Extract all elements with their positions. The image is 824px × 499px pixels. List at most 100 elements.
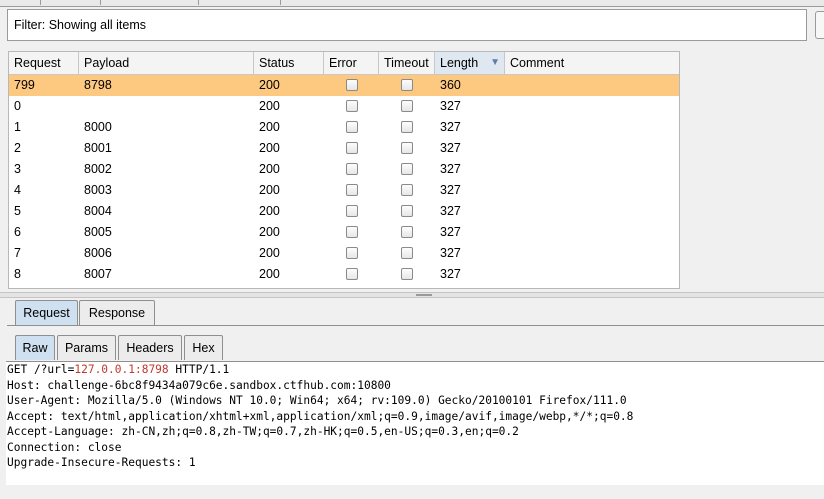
timeout-checkbox[interactable] <box>401 121 413 133</box>
top-tab-segment[interactable] <box>100 0 199 5</box>
cell-status: 200 <box>259 120 280 134</box>
column-header-payload[interactable]: Payload <box>79 52 254 74</box>
table-row[interactable]: 0 200 327 <box>9 96 679 117</box>
tab-raw[interactable]: Raw <box>15 335 55 360</box>
request-line-suffix: HTTP/1.1 <box>168 363 230 376</box>
cell-length: 327 <box>440 183 461 197</box>
error-checkbox[interactable] <box>346 268 358 280</box>
request-line-prefix: GET /?url= <box>7 363 75 376</box>
cell-length: 327 <box>440 246 461 260</box>
top-tab-segment[interactable] <box>0 0 41 5</box>
error-checkbox[interactable] <box>346 79 358 91</box>
header-line-accept: Accept: text/html,application/xhtml+xml,… <box>7 409 634 423</box>
cell-payload: 8002 <box>84 162 112 176</box>
side-button[interactable] <box>815 11 824 39</box>
table-row[interactable]: 8 8007 200 327 <box>9 264 679 285</box>
top-tab-segment[interactable] <box>198 0 281 5</box>
cell-length: 327 <box>440 141 461 155</box>
cell-status: 200 <box>259 267 280 281</box>
filter-bar[interactable]: Filter: Showing all items <box>7 9 807 41</box>
cell-request: 8 <box>14 267 21 281</box>
cell-payload <box>79 96 254 117</box>
tab-request[interactable]: Request <box>15 300 78 325</box>
cell-request: 0 <box>14 99 21 113</box>
top-tab-segment[interactable] <box>40 0 101 5</box>
error-checkbox[interactable] <box>346 142 358 154</box>
timeout-checkbox[interactable] <box>401 184 413 196</box>
cell-request: 7 <box>14 246 21 260</box>
cell-request: 4 <box>14 183 21 197</box>
cell-comment <box>505 201 679 222</box>
timeout-checkbox[interactable] <box>401 79 413 91</box>
column-header-request[interactable]: Request <box>9 52 79 74</box>
cell-status: 200 <box>259 99 280 113</box>
column-header-comment[interactable]: Comment <box>505 52 679 74</box>
error-checkbox[interactable] <box>346 163 358 175</box>
timeout-checkbox[interactable] <box>401 142 413 154</box>
sort-descending-icon: ▼ <box>490 57 500 68</box>
error-checkbox[interactable] <box>346 226 358 238</box>
cell-request: 3 <box>14 162 21 176</box>
cell-payload: 8003 <box>84 183 112 197</box>
tab-divider <box>7 325 824 326</box>
column-header-length-label: Length <box>440 56 479 70</box>
error-checkbox[interactable] <box>346 205 358 217</box>
cell-comment <box>505 138 679 159</box>
table-row[interactable]: 2 8001 200 327 <box>9 138 679 159</box>
column-header-length[interactable]: Length ▼ <box>435 52 505 74</box>
header-line-accept-language: Accept-Language: zh-CN,zh;q=0.8,zh-TW;q=… <box>7 425 519 438</box>
timeout-checkbox[interactable] <box>401 226 413 238</box>
timeout-checkbox[interactable] <box>401 268 413 280</box>
table-row[interactable]: 1 8000 200 327 <box>9 117 679 138</box>
tab-headers[interactable]: Headers <box>118 335 182 360</box>
cell-comment <box>505 75 679 96</box>
cell-status: 200 <box>259 225 280 239</box>
timeout-checkbox[interactable] <box>401 247 413 259</box>
cell-status: 200 <box>259 204 280 218</box>
table-row[interactable]: 4 8003 200 327 <box>9 180 679 201</box>
cell-payload: 8006 <box>84 246 112 260</box>
cell-status: 200 <box>259 78 280 92</box>
header-line-upgrade-insecure: Upgrade-Insecure-Requests: 1 <box>7 456 196 469</box>
table-row[interactable]: 3 8002 200 327 <box>9 159 679 180</box>
tab-hex[interactable]: Hex <box>184 335 223 360</box>
timeout-checkbox[interactable] <box>401 163 413 175</box>
top-tab-strip <box>0 0 824 7</box>
cell-comment <box>505 117 679 138</box>
cell-comment <box>505 96 679 117</box>
error-checkbox[interactable] <box>346 121 358 133</box>
cell-status: 200 <box>259 141 280 155</box>
column-header-timeout[interactable]: Timeout <box>379 52 435 74</box>
splitter-grip-icon[interactable] <box>416 294 432 296</box>
cell-comment <box>505 243 679 264</box>
error-checkbox[interactable] <box>346 100 358 112</box>
cell-request: 799 <box>14 78 35 92</box>
timeout-checkbox[interactable] <box>401 205 413 217</box>
column-header-error[interactable]: Error <box>324 52 379 74</box>
cell-length: 327 <box>440 120 461 134</box>
cell-payload: 8000 <box>84 120 112 134</box>
cell-length: 360 <box>440 78 461 92</box>
tab-params[interactable]: Params <box>57 335 116 360</box>
cell-request: 6 <box>14 225 21 239</box>
table-row[interactable]: 7 8006 200 327 <box>9 243 679 264</box>
table-header: Request Payload Status Error Timeout Len… <box>9 52 679 75</box>
filter-label: Filter: Showing all items <box>14 18 146 32</box>
request-url-value: 127.0.0.1:8798 <box>74 363 169 376</box>
error-checkbox[interactable] <box>346 184 358 196</box>
bottom-band <box>0 485 824 499</box>
error-checkbox[interactable] <box>346 247 358 259</box>
header-line-user-agent: User-Agent: Mozilla/5.0 (Windows NT 10.0… <box>7 394 627 407</box>
cell-length: 327 <box>440 225 461 239</box>
cell-request: 2 <box>14 141 21 155</box>
cell-status: 200 <box>259 246 280 260</box>
table-row[interactable]: 799 8798 200 360 <box>9 75 679 96</box>
table-row[interactable]: 5 8004 200 327 <box>9 201 679 222</box>
timeout-checkbox[interactable] <box>401 100 413 112</box>
column-header-status[interactable]: Status <box>254 52 324 74</box>
table-row[interactable]: 6 8005 200 327 <box>9 222 679 243</box>
request-line: GET /?url=127.0.0.1:8798 HTTP/1.1 <box>6 362 824 378</box>
tab-response[interactable]: Response <box>79 300 155 325</box>
raw-request-editor[interactable]: GET /?url=127.0.0.1:8798 HTTP/1.1 Host: … <box>6 361 824 485</box>
pane-splitter[interactable] <box>0 292 824 298</box>
